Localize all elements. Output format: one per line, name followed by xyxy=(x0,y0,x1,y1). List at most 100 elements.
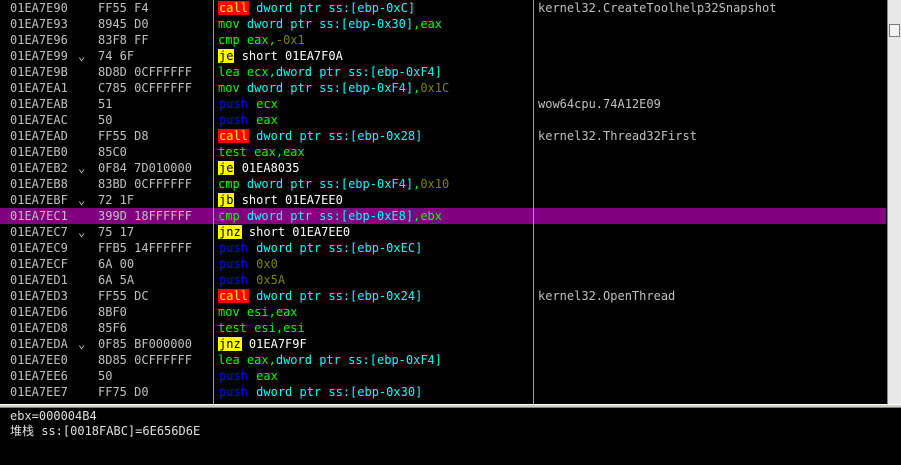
disasm-row[interactable]: 01EA7ED6 8BF0 mov esi,eax xyxy=(0,304,886,320)
hex-bytes-cell: 75 17 xyxy=(98,225,135,239)
mnemonic: push xyxy=(219,113,248,127)
mnemonic: je xyxy=(218,49,235,63)
address-cell: 01EA7EC1 xyxy=(10,209,68,223)
operand: , xyxy=(275,321,284,335)
mnemonic: cmp xyxy=(218,177,240,191)
instruction-cell: push eax xyxy=(218,112,278,128)
disasm-row[interactable]: 01EA7E9B 8D8D 0CFFFFFF lea ecx,dword ptr s… xyxy=(0,64,886,80)
address-cell: 01EA7EC7 xyxy=(10,225,68,239)
address-cell: 01EA7ED8 xyxy=(10,321,68,335)
mnemonic: test xyxy=(218,145,247,159)
operand: dword ptr ss:[ebp-0xE8] xyxy=(246,209,414,223)
column-separator-comment xyxy=(533,0,534,404)
disasm-row[interactable]: 01EA7EA1 C785 0CFFFFFF mov dword ptr ss:[e… xyxy=(0,80,886,96)
disasm-row[interactable]: 01EA7EC7 ⌄ 75 17 jnz short 01EA7EE0 xyxy=(0,224,886,240)
hex-bytes-cell: FF55 F4 xyxy=(98,1,149,15)
operand: eax xyxy=(420,17,443,31)
instruction-cell: call dword ptr ss:[ebp-0x28] xyxy=(218,128,422,144)
hex-bytes-cell: 8D85 0CFFFFFF xyxy=(98,353,192,367)
hex-bytes-cell: 8945 D0 xyxy=(98,17,149,31)
vertical-scrollbar[interactable] xyxy=(887,0,901,404)
instruction-cell: lea ecx,dword ptr ss:[ebp-0xF4] xyxy=(218,64,442,80)
address-cell: 01EA7EE0 xyxy=(10,353,68,367)
operand: eax xyxy=(246,353,269,367)
hex-bytes-cell: FF55 D8 xyxy=(98,129,149,143)
disasm-row[interactable]: 01EA7EB2 ⌄ 0F84 7D010000 je 01EA8035 xyxy=(0,160,886,176)
hex-bytes-cell: FF55 DC xyxy=(98,289,149,303)
operand: 01EA7F9F xyxy=(248,337,307,351)
disasm-row[interactable]: 01EA7EAD FF55 D8 call dword ptr ss:[ebp-0x… xyxy=(0,128,886,144)
operand: dword ptr ss:[ebp-0x30] xyxy=(256,385,423,399)
disasm-row[interactable]: 01EA7EAB 51 push ecx wow64cpu.74A12E09 xyxy=(0,96,886,112)
hex-bytes-cell: 50 xyxy=(98,369,113,383)
hex-bytes-cell: 399D 18FFFFFF xyxy=(98,209,192,223)
mnemonic: mov xyxy=(218,17,240,31)
address-cell: 01EA7EAC xyxy=(10,113,68,127)
operand: dword ptr ss:[ebp-0xF4] xyxy=(275,65,443,79)
address-cell: 01EA7ED1 xyxy=(10,273,68,287)
instruction-cell: call dword ptr ss:[ebp-0xC] xyxy=(218,0,415,16)
operand: dword ptr ss:[ebp-0x28] xyxy=(256,129,423,143)
disasm-row[interactable]: 01EA7E90 FF55 F4 call dword ptr ss:[ebp-0x… xyxy=(0,0,886,16)
mnemonic: push xyxy=(219,97,248,111)
disasm-row[interactable]: 01EA7ED8 85F6 test esi,esi xyxy=(0,320,886,336)
instruction-cell: cmp eax,-0x1 xyxy=(218,32,305,48)
disasm-row[interactable]: 01EA7EE0 8D85 0CFFFFFF lea eax,dword ptr s… xyxy=(0,352,886,368)
operand: dword ptr ss:[ebp-0x30] xyxy=(246,17,414,31)
hex-bytes-cell: 6A 00 xyxy=(98,257,135,271)
disasm-row[interactable]: 01EA7E93 8945 D0 mov dword ptr ss:[ebp-0x3… xyxy=(0,16,886,32)
mnemonic: mov xyxy=(218,305,240,319)
disasm-row[interactable]: 01EA7EAC 50 push eax xyxy=(0,112,886,128)
hex-bytes-cell: C785 0CFFFFFF xyxy=(98,81,192,95)
disasm-row[interactable]: 01EA7EDA ⌄ 0F85 BF000000 jnz 01EA7F9F xyxy=(0,336,886,352)
operand: 0x5A xyxy=(256,273,286,287)
mnemonic: jnz xyxy=(218,225,242,239)
scrollbar-thumb[interactable] xyxy=(889,24,900,37)
disasm-row[interactable]: 01EA7EB0 85C0 test eax,eax xyxy=(0,144,886,160)
address-cell: 01EA7ED6 xyxy=(10,305,68,319)
disasm-row[interactable]: 01EA7ED1 6A 5A push 0x5A xyxy=(0,272,886,288)
hex-bytes-cell: 85C0 xyxy=(98,145,127,159)
disasm-row[interactable]: 01EA7EBF ⌄ 72 1F jb short 01EA7EE0 xyxy=(0,192,886,208)
address-cell: 01EA7ED3 xyxy=(10,289,68,303)
disasm-row[interactable]: 01EA7EE7 FF75 D0 push dword ptr ss:[ebp-0x… xyxy=(0,384,886,400)
address-cell: 01EA7EB0 xyxy=(10,145,68,159)
mnemonic: push xyxy=(219,369,248,383)
hex-bytes-cell: 0F84 7D010000 xyxy=(98,161,192,175)
operand: ebx xyxy=(420,209,443,223)
mnemonic: push xyxy=(219,385,248,399)
jump-arrow-icon: ⌄ xyxy=(78,49,86,63)
disasm-row[interactable]: 01EA7E99 ⌄ 74 6F je short 01EA7F0A xyxy=(0,48,886,64)
disasm-row[interactable]: 01EA7E96 83F8 FF cmp eax,-0x1 xyxy=(0,32,886,48)
instruction-cell: push 0x5A xyxy=(218,272,285,288)
disasm-row[interactable]: 01EA7EE6 50 push eax xyxy=(0,368,886,384)
address-cell: 01EA7EE7 xyxy=(10,385,68,399)
address-cell: 01EA7E93 xyxy=(10,17,68,31)
operand: eax xyxy=(256,369,278,383)
operand: esi xyxy=(246,305,269,319)
mnemonic: mov xyxy=(218,81,240,95)
disassembly-pane[interactable]: 01EA7E90 FF55 F4 call dword ptr ss:[ebp-0x… xyxy=(0,0,886,404)
disasm-row-selected[interactable]: 01EA7EC1 399D 18FFFFFF cmp dword ptr ss:[e… xyxy=(0,208,886,224)
operand: eax xyxy=(246,33,269,47)
info-pane: ebx=000004B4 堆栈 ss:[0018FABC]=6E656D6E xyxy=(0,408,901,465)
hex-bytes-cell: 8BF0 xyxy=(98,305,127,319)
comment-cell: kernel32.Thread32First xyxy=(538,129,697,143)
hex-bytes-cell: FF75 D0 xyxy=(98,385,149,399)
operand: dword ptr ss:[ebp-0x24] xyxy=(256,289,423,303)
operand: , xyxy=(268,305,276,319)
mnemonic: je xyxy=(218,161,235,175)
address-cell: 01EA7EE6 xyxy=(10,369,68,383)
address-cell: 01EA7ECF xyxy=(10,257,68,271)
operand: esi xyxy=(283,321,305,335)
mnemonic: jb xyxy=(218,193,235,207)
operand: , xyxy=(275,145,284,159)
mnemonic: jnz xyxy=(218,337,242,351)
disasm-row[interactable]: 01EA7EB8 83BD 0CFFFFFF cmp dword ptr ss:[e… xyxy=(0,176,886,192)
disasm-row[interactable]: 01EA7EC9 FFB5 14FFFFFF push dword ptr ss:[… xyxy=(0,240,886,256)
disasm-row[interactable]: 01EA7ECF 6A 00 push 0x0 xyxy=(0,256,886,272)
operand: short 01EA7F0A xyxy=(241,49,343,63)
operand: esi xyxy=(254,321,276,335)
disasm-row[interactable]: 01EA7ED3 FF55 DC call dword ptr ss:[ebp-0x… xyxy=(0,288,886,304)
instruction-cell: jb short 01EA7EE0 xyxy=(218,192,343,208)
